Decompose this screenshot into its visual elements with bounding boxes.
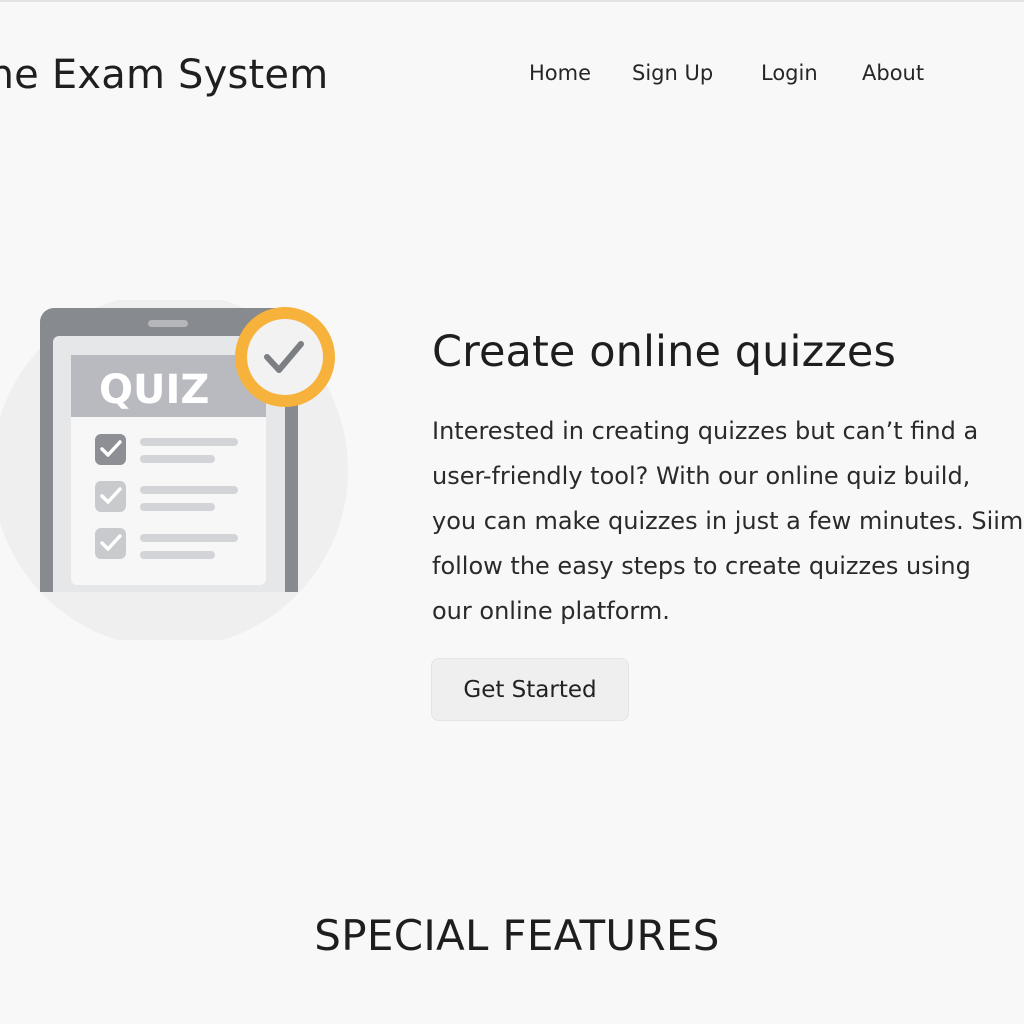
checklist-line	[140, 455, 215, 463]
hero-description-line: you can make quizzes in just a few minut…	[432, 507, 1024, 535]
main-nav: Home Sign Up Login About	[0, 61, 1024, 91]
hero-description-line: our online platform.	[432, 597, 670, 625]
hero-heading: Create online quizzes	[432, 327, 896, 377]
top-border	[0, 0, 1024, 2]
hero-description-line: user-friendly tool? With our online quiz…	[432, 462, 971, 490]
checkbox-icon	[95, 481, 126, 512]
quiz-illustration: QUIZ	[0, 292, 360, 648]
checklist-line	[140, 534, 238, 542]
checkmark-icon	[235, 307, 335, 407]
checkbox-icon	[95, 434, 126, 465]
nav-signup-link[interactable]: Sign Up	[632, 61, 713, 85]
quiz-illustration-svg: QUIZ	[0, 292, 348, 648]
page: line Exam System Home Sign Up Login Abou…	[0, 0, 1024, 1024]
nav-login-link[interactable]: Login	[761, 61, 818, 85]
checkbox-icon	[95, 528, 126, 559]
nav-home-link[interactable]: Home	[529, 61, 591, 85]
checklist-line	[140, 486, 238, 494]
nav-about-link[interactable]: About	[862, 61, 924, 85]
hero-description: Interested in creating quizzes but can’t…	[432, 409, 1024, 634]
checklist-line	[140, 503, 215, 511]
get-started-button[interactable]: Get Started	[431, 658, 629, 721]
hero-description-line: Interested in creating quizzes but can’t…	[432, 417, 979, 445]
quiz-badge-text: QUIZ	[99, 367, 209, 413]
features-heading: SPECIAL FEATURES	[314, 911, 720, 960]
hero-description-line: follow the easy steps to create quizzes …	[432, 552, 971, 580]
checklist-line	[140, 438, 238, 446]
checklist-line	[140, 551, 215, 559]
